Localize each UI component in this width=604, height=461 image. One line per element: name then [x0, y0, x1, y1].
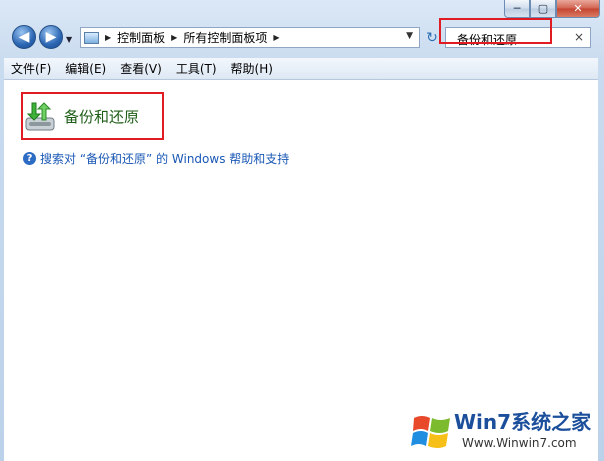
breadcrumb-all-items[interactable]: 所有控制面板项 — [183, 29, 267, 46]
watermark-brand: Win7系统之家 — [454, 410, 592, 434]
chevron-right-icon[interactable]: ▶ — [171, 33, 177, 42]
explorer-window: ─ ▢ ✕ ◀ ▶ ▼ ▶ 控制面板 ▶ 所有控制面板项 ▶ ▼ ↻ 备份和还原… — [0, 0, 604, 461]
breadcrumb-control-panel[interactable]: 控制面板 — [117, 29, 165, 46]
search-input[interactable]: 备份和还原 × — [445, 27, 591, 48]
menu-edit[interactable]: 编辑(E) — [58, 60, 113, 77]
menu-view[interactable]: 查看(V) — [113, 60, 169, 77]
address-bar[interactable]: ▶ 控制面板 ▶ 所有控制面板项 ▶ ▼ — [80, 27, 420, 48]
result-title[interactable]: 备份和还原 — [64, 106, 139, 127]
refresh-icon[interactable]: ↻ — [424, 30, 440, 46]
help-question-icon: ? — [23, 152, 36, 165]
search-query: 备份和还原 — [457, 33, 518, 47]
address-dropdown-icon[interactable]: ▼ — [406, 31, 413, 41]
clear-search-icon[interactable]: × — [574, 30, 584, 44]
menu-help[interactable]: 帮助(H) — [224, 60, 280, 77]
menu-bar: 文件(F) 编辑(E) 查看(V) 工具(T) 帮助(H) — [4, 58, 598, 80]
forward-button[interactable]: ▶ — [39, 25, 63, 49]
menu-file[interactable]: 文件(F) — [4, 60, 58, 77]
minimize-button[interactable]: ─ — [504, 0, 530, 18]
backup-restore-icon — [25, 101, 55, 130]
navigation-bar: ◀ ▶ ▼ ▶ 控制面板 ▶ 所有控制面板项 ▶ ▼ ↻ 备份和还原 × — [0, 22, 604, 54]
backup-restore-item[interactable]: 备份和还原 — [22, 94, 159, 139]
back-button[interactable]: ◀ — [12, 25, 36, 49]
control-panel-icon — [84, 31, 99, 44]
chevron-right-icon[interactable]: ▶ — [105, 33, 111, 42]
maximize-button[interactable]: ▢ — [530, 0, 556, 18]
help-search-link[interactable]: ? 搜索对 “备份和还原” 的 Windows 帮助和支持 — [23, 150, 289, 167]
back-arrow-icon: ◀ — [18, 29, 30, 45]
watermark: Win7系统之家 Www.Winwin7.com — [408, 404, 604, 461]
help-link-text[interactable]: 搜索对 “备份和还原” 的 Windows 帮助和支持 — [40, 150, 289, 167]
menu-tools[interactable]: 工具(T) — [169, 60, 224, 77]
recent-pages-dropdown[interactable]: ▼ — [66, 35, 72, 44]
windows-logo-icon — [411, 416, 450, 448]
forward-arrow-icon: ▶ — [45, 29, 57, 45]
watermark-url: Www.Winwin7.com — [462, 436, 577, 450]
close-button[interactable]: ✕ — [556, 0, 600, 18]
caption-buttons: ─ ▢ ✕ — [504, 0, 600, 20]
chevron-right-icon[interactable]: ▶ — [273, 33, 279, 42]
